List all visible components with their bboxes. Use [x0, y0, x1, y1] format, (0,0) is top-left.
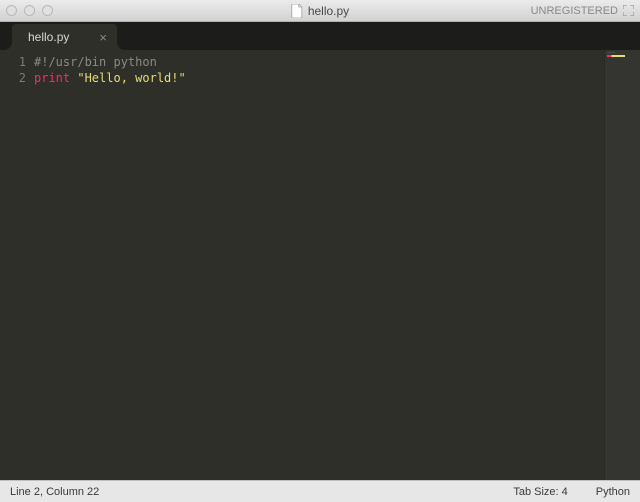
close-icon[interactable]: × [99, 31, 107, 44]
window-title-text: hello.py [308, 4, 349, 18]
tab-hello-py[interactable]: hello.py × [12, 24, 117, 50]
editor-area[interactable]: 1 2 #!/usr/bin pythonprint "Hello, world… [0, 50, 640, 480]
code-line: #!/usr/bin python [34, 54, 604, 70]
line-number[interactable]: 1 [0, 54, 26, 70]
tab-bar[interactable]: hello.py × [0, 22, 640, 50]
status-tab-size[interactable]: Tab Size: 4 [513, 486, 567, 498]
zoom-window-button[interactable] [42, 5, 53, 16]
close-window-button[interactable] [6, 5, 17, 16]
line-number-gutter[interactable]: 1 2 [0, 50, 34, 480]
minimap-line [607, 55, 625, 57]
window-title: hello.py [291, 4, 349, 18]
titlebar-right: UNREGISTERED [531, 5, 634, 17]
fullscreen-icon[interactable] [623, 5, 634, 16]
titlebar[interactable]: hello.py UNREGISTERED [0, 0, 640, 22]
tab-label: hello.py [28, 30, 69, 44]
minimap[interactable]: ━━━━━━━ [604, 50, 640, 480]
line-number[interactable]: 2 [0, 70, 26, 86]
minimap-line: ━━━━━━━ [607, 52, 638, 54]
editor-window: hello.py UNREGISTERED hello.py × 1 2 #!/… [0, 0, 640, 502]
status-language[interactable]: Python [596, 486, 630, 498]
registration-status: UNREGISTERED [531, 5, 618, 17]
code-content[interactable]: #!/usr/bin pythonprint "Hello, world!" [34, 50, 604, 480]
status-bar: Line 2, Column 22 Tab Size: 4 Python [0, 480, 640, 502]
code-line: print "Hello, world!" [34, 70, 604, 86]
file-icon [291, 4, 303, 18]
traffic-lights [6, 5, 53, 16]
status-cursor-position[interactable]: Line 2, Column 22 [10, 486, 99, 498]
minimize-window-button[interactable] [24, 5, 35, 16]
